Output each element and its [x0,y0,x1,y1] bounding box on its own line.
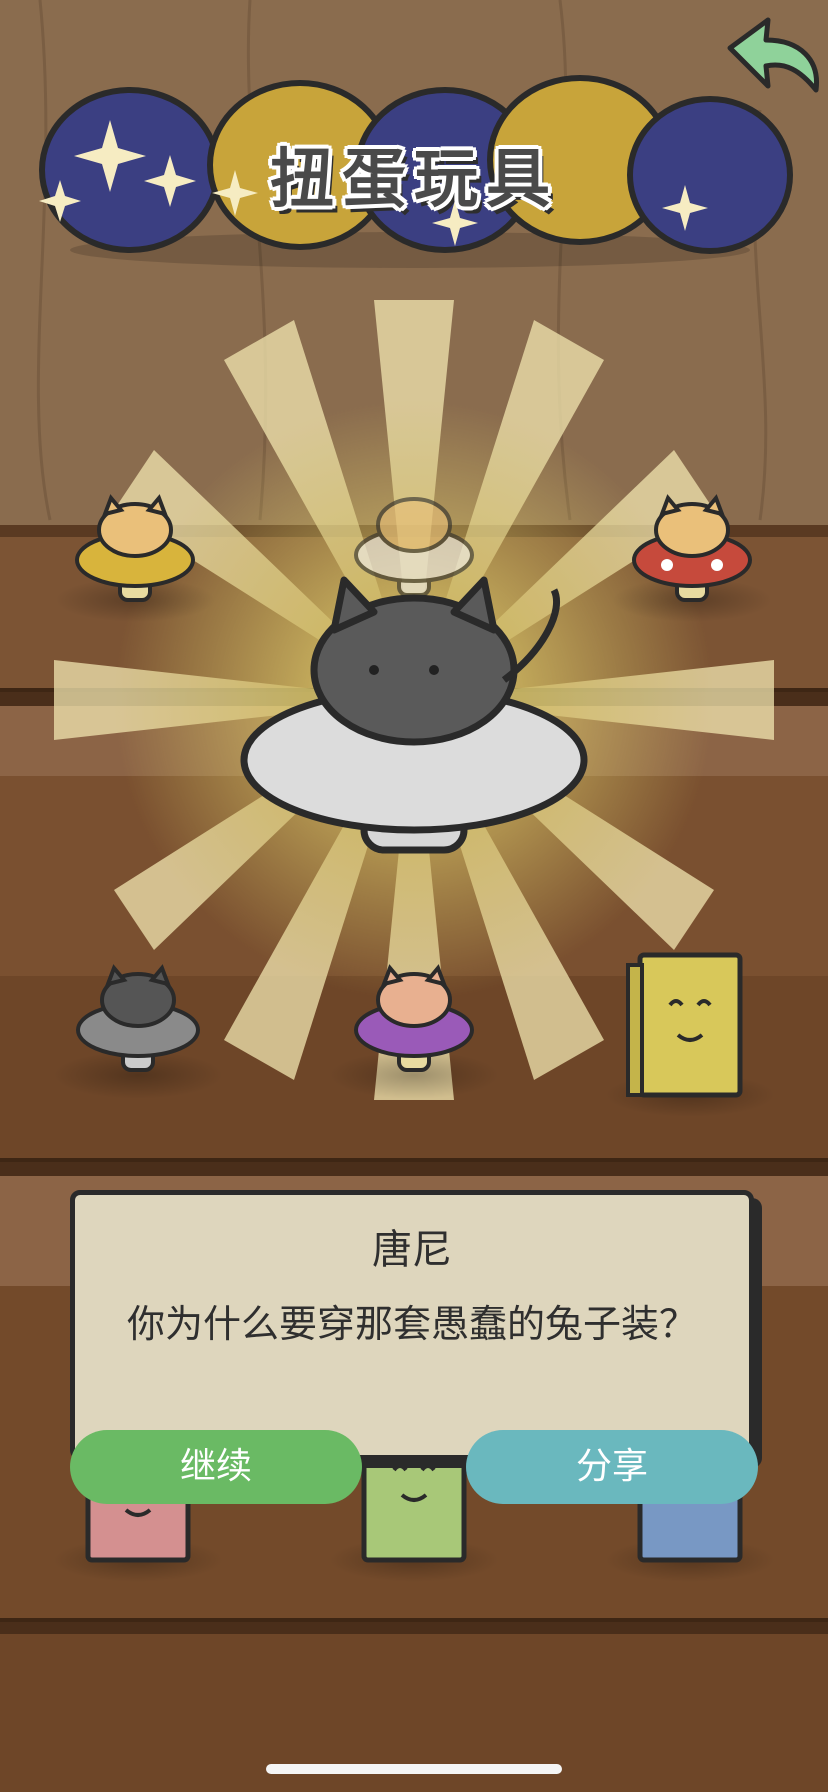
back-button[interactable] [712,12,816,96]
message-dialog: 唐尼 你为什么要穿那套愚蠢的兔子装？ [70,1190,754,1460]
share-button[interactable]: 分享 [466,1430,758,1504]
home-indicator[interactable] [266,1764,562,1774]
dialog-name: 唐尼 [372,1227,452,1273]
game-scene [0,0,828,1792]
dialog-message: 你为什么要穿那套愚蠢的兔子装？ [126,1302,697,1346]
page-title: 扭蛋玩具 [270,143,558,217]
continue-button[interactable]: 继续 [70,1430,362,1504]
